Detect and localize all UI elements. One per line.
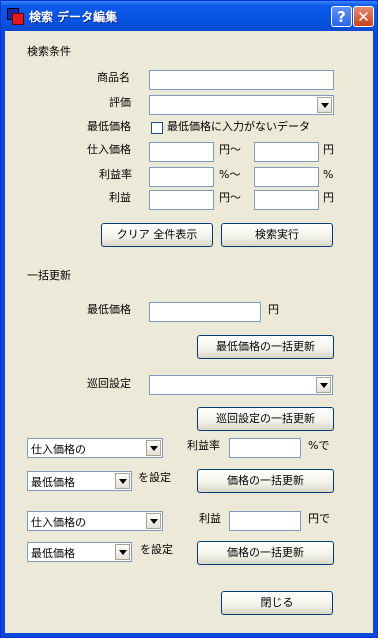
profit-label: 利益 (109, 191, 131, 204)
product-name-input[interactable] (149, 70, 334, 90)
bulk-profit-suffix: 円で (308, 512, 330, 525)
title-bar[interactable]: 検索 データ編集 ? ✕ (1, 1, 377, 31)
purchase-price-to-input[interactable] (254, 142, 319, 162)
profit-rate-unit-from: %～ (219, 168, 241, 181)
profit-unit-from: 円～ (219, 191, 241, 204)
profit-from-input[interactable] (149, 190, 214, 210)
min-price-bulk-update-button[interactable]: 最低価格の一括更新 (197, 335, 334, 359)
profit-source-select[interactable]: 仕入価格の (27, 511, 163, 531)
app-icon (7, 8, 24, 25)
profit-price-bulk-update-button[interactable]: 価格の一括更新 (197, 541, 334, 565)
clear-show-all-button[interactable]: クリア 全件表示 (101, 223, 213, 247)
bulk-rate-label: 利益率 (187, 439, 220, 452)
rate-source-value: 仕入価格の (31, 443, 86, 456)
close-button[interactable]: 閉じる (221, 591, 333, 615)
profit-unit-to: 円 (323, 191, 334, 204)
product-name-label: 商品名 (97, 71, 130, 84)
bulk-profit-input[interactable] (229, 511, 301, 531)
search-button[interactable]: 検索実行 (221, 223, 333, 247)
profit-set-label: を設定 (140, 543, 173, 556)
dialog-window: 検索 データ編集 ? ✕ 検索条件 商品名 評価 最低価格 最低価格に入力がない… (0, 0, 378, 638)
cycle-setting-select[interactable] (149, 375, 333, 395)
cycle-bulk-update-button[interactable]: 巡回設定の一括更新 (197, 407, 334, 431)
window-title: 検索 データ編集 (29, 10, 118, 24)
profit-target-select[interactable]: 最低価格 (27, 542, 132, 562)
bulk-min-price-label: 最低価格 (87, 303, 131, 316)
rate-source-select[interactable]: 仕入価格の (27, 438, 163, 458)
bulk-rate-input[interactable] (229, 438, 301, 458)
search-section-title: 検索条件 (27, 45, 71, 58)
profit-target-value: 最低価格 (31, 547, 75, 560)
purchase-price-label: 仕入価格 (87, 143, 131, 156)
close-icon[interactable]: ✕ (353, 6, 374, 27)
chevron-down-icon[interactable] (317, 97, 332, 113)
profit-rate-from-input[interactable] (149, 167, 214, 187)
chevron-down-icon[interactable] (146, 513, 161, 529)
min-price-label: 最低価格 (87, 120, 131, 133)
profit-rate-label: 利益率 (99, 168, 132, 181)
chevron-down-icon[interactable] (146, 440, 161, 456)
min-price-empty-checkbox[interactable] (151, 122, 163, 134)
help-icon[interactable]: ? (331, 6, 352, 27)
chevron-down-icon[interactable] (316, 377, 331, 393)
dialog-body: 検索条件 商品名 評価 最低価格 最低価格に入力がないデータ 仕入価格 円～ 円… (5, 31, 373, 633)
purchase-price-unit-from: 円～ (219, 143, 241, 156)
rate-set-label: を設定 (138, 471, 171, 484)
bulk-profit-label: 利益 (199, 512, 221, 525)
rating-select[interactable] (149, 95, 334, 115)
chevron-down-icon[interactable] (115, 544, 130, 560)
min-price-checkbox-label: 最低価格に入力がないデータ (167, 120, 310, 133)
rate-target-value: 最低価格 (31, 476, 75, 489)
profit-source-value: 仕入価格の (31, 516, 86, 529)
bulk-rate-suffix: %で (308, 439, 330, 452)
profit-to-input[interactable] (254, 190, 319, 210)
profit-rate-unit-to: % (323, 168, 334, 181)
rate-price-bulk-update-button[interactable]: 価格の一括更新 (197, 469, 334, 493)
chevron-down-icon[interactable] (115, 473, 130, 489)
bulk-section-title: 一括更新 (27, 269, 71, 282)
bulk-min-price-input[interactable] (149, 302, 261, 322)
bulk-min-price-unit: 円 (268, 303, 279, 316)
purchase-price-unit-to: 円 (323, 143, 334, 156)
profit-rate-to-input[interactable] (254, 167, 319, 187)
cycle-setting-label: 巡回設定 (87, 377, 131, 390)
rating-label: 評価 (109, 96, 131, 109)
rate-target-select[interactable]: 最低価格 (27, 471, 132, 491)
purchase-price-from-input[interactable] (149, 142, 214, 162)
